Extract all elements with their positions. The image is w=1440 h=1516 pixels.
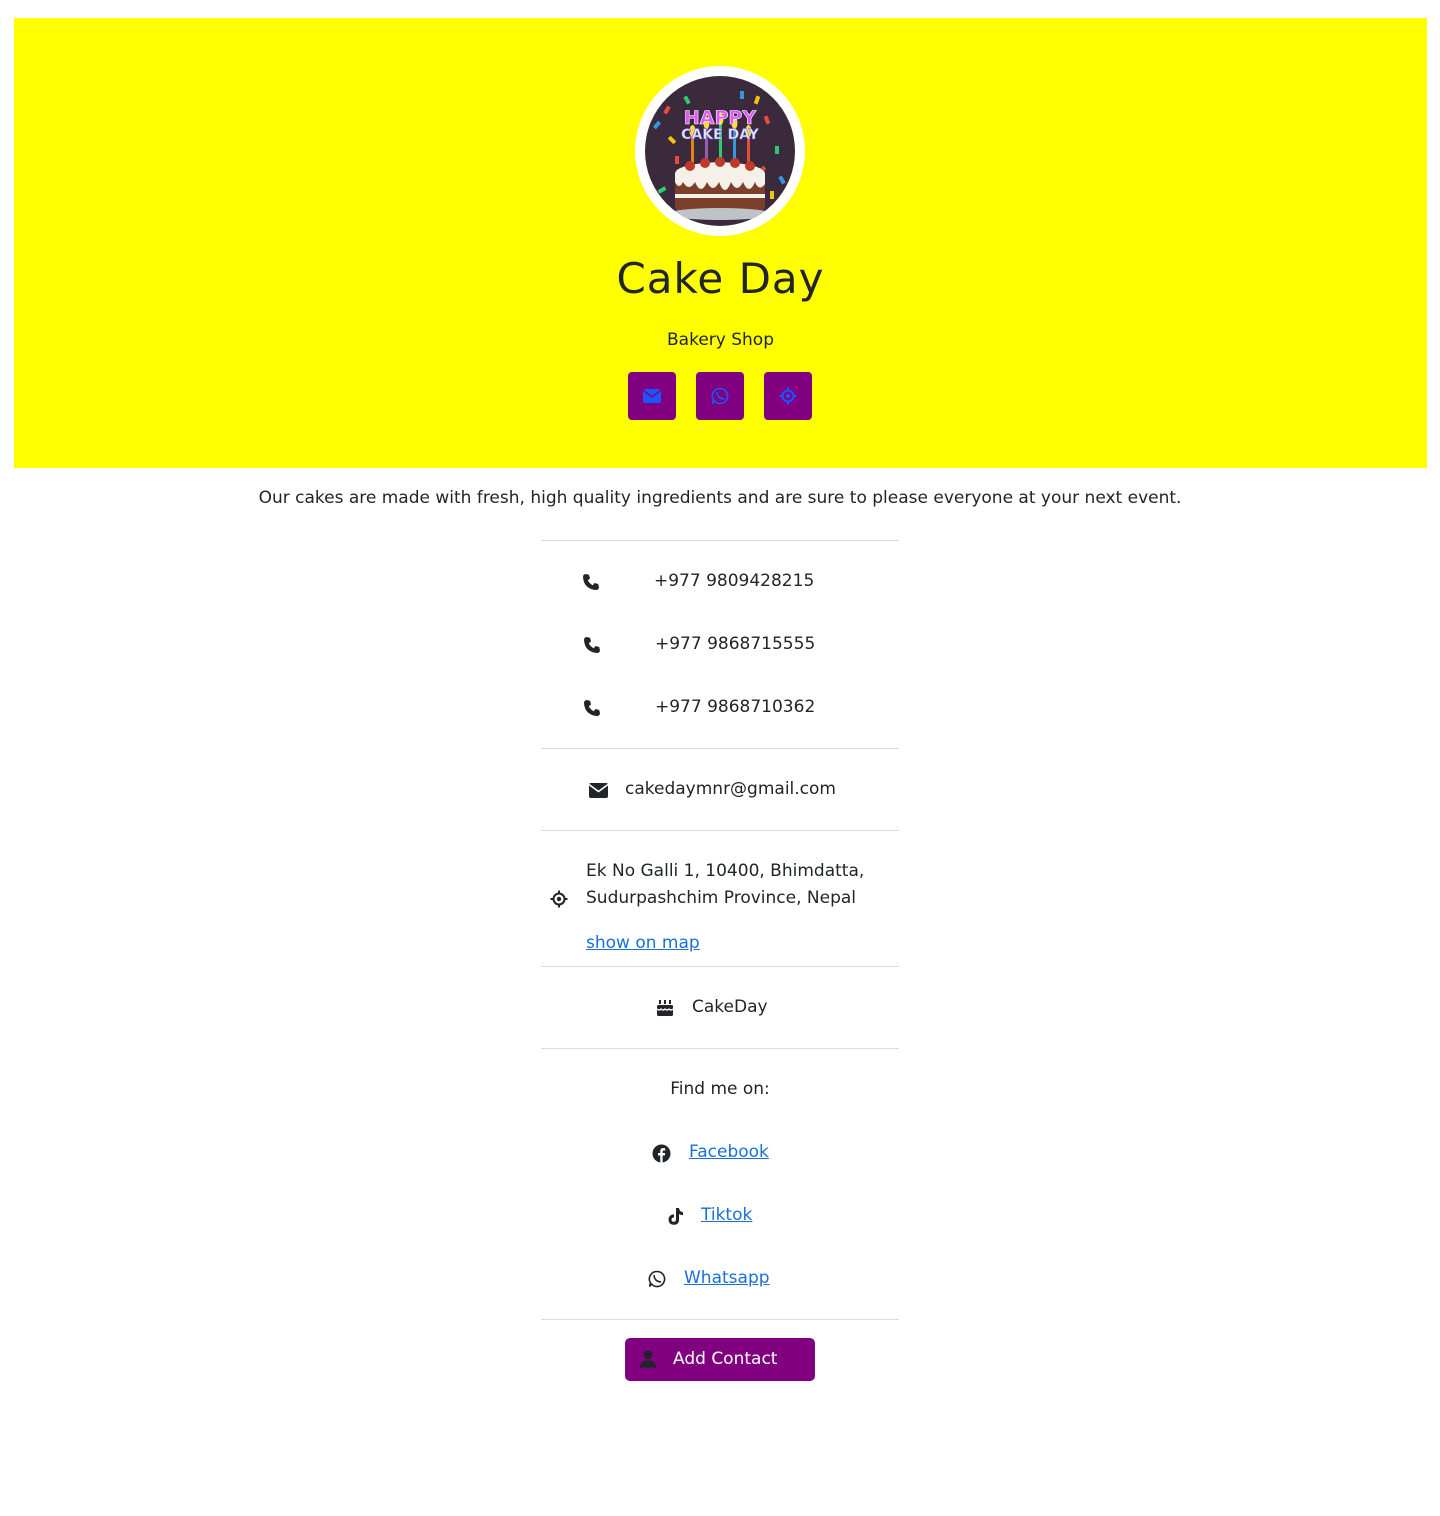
phone-link-1[interactable]: +977 9809428215	[654, 571, 814, 591]
envelope-icon	[643, 389, 661, 403]
whatsapp-quick-button[interactable]	[696, 372, 744, 420]
location-icon	[548, 888, 570, 910]
divider	[541, 540, 899, 541]
phone-link-3[interactable]: +977 9868710362	[655, 697, 815, 717]
social-heading: Find me on:	[670, 1079, 770, 1099]
phone-icon	[580, 571, 602, 593]
profile-tagline: Bakery Shop	[667, 330, 774, 350]
whatsapp-icon	[711, 387, 729, 405]
user-icon	[637, 1348, 659, 1370]
location-icon	[779, 387, 797, 405]
add-contact-button[interactable]: Add Contact	[625, 1338, 815, 1381]
facebook-icon	[650, 1142, 672, 1164]
divider	[541, 966, 899, 967]
tiktok-link[interactable]: Tiktok	[701, 1205, 752, 1225]
location-quick-button[interactable]	[764, 372, 812, 420]
phone-icon	[581, 634, 603, 656]
facebook-link[interactable]: Facebook	[689, 1142, 769, 1162]
divider	[541, 1048, 899, 1049]
email-link[interactable]: cakedaymnr@gmail.com	[625, 779, 836, 799]
phone-link-2[interactable]: +977 9868715555	[655, 634, 815, 654]
company-name: CakeDay	[692, 997, 768, 1017]
whatsapp-link[interactable]: Whatsapp	[684, 1268, 770, 1288]
divider	[541, 748, 899, 749]
birthday-cake-icon	[654, 997, 676, 1019]
divider	[541, 1319, 899, 1320]
avatar-text-cakeday: CAKE DAY	[681, 127, 760, 143]
avatar-frame: HAPPY CAKE DAY	[635, 66, 805, 236]
address-line-2: Sudurpashchim Province, Nepal	[586, 888, 857, 908]
profile-header: HAPPY CAKE DAY Cake Day Bakery Shop	[14, 18, 1427, 468]
avatar: HAPPY CAKE DAY	[645, 76, 795, 226]
phone-icon	[581, 697, 603, 719]
avatar-text-happy: HAPPY	[684, 107, 756, 129]
cake-avatar-image: HAPPY CAKE DAY	[645, 76, 795, 226]
whatsapp-icon	[646, 1268, 668, 1290]
tiktok-icon	[664, 1205, 686, 1227]
address-line-1: Ek No Galli 1, 10400, Bhimdatta,	[586, 861, 865, 881]
profile-name: Cake Day	[616, 254, 825, 303]
email-quick-button[interactable]	[628, 372, 676, 420]
envelope-icon	[587, 779, 609, 801]
divider	[541, 830, 899, 831]
show-on-map-link[interactable]: show on map	[586, 933, 700, 953]
add-contact-label: Add Contact	[673, 1349, 778, 1369]
intro-text: Our cakes are made with fresh, high qual…	[258, 488, 1182, 508]
